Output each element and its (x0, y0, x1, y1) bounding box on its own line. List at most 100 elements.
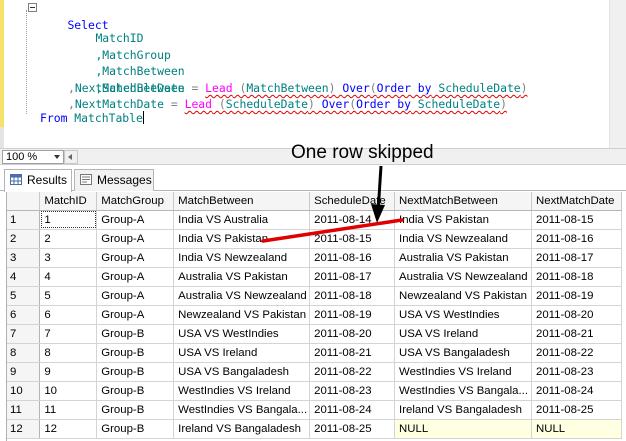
cell-matchid[interactable]: 2 (39, 229, 98, 249)
cell-nextmatchbetween[interactable]: India VS Newzealand (394, 229, 533, 249)
column-header-matchbetween[interactable]: MatchBetween (173, 192, 311, 211)
cell-matchgroup[interactable]: Group-A (96, 210, 175, 230)
scroll-left-button[interactable] (64, 150, 78, 164)
table-row[interactable]: 5 5 Group-A Australia VS Newzealand 2011-08-… (7, 286, 622, 306)
code-line-5[interactable]: ,ScheduleDate (68, 63, 184, 95)
cell-nextmatchdate[interactable]: 2011-08-19 (531, 286, 622, 306)
cell-nextmatchbetween[interactable]: Australia VS Pakistan (394, 248, 533, 268)
cell-scheduledate[interactable]: 2011-08-22 (309, 362, 396, 382)
table-row[interactable]: 2 2 Group-A India VS Pakistan 2011-08-15 Indi… (7, 229, 622, 249)
cell-nextmatchdate[interactable]: 2011-08-25 (531, 400, 622, 420)
code-line-8[interactable]: From MatchTable (40, 110, 144, 127)
row-number[interactable]: 2 (7, 229, 41, 249)
cell-matchbetween[interactable]: India VS Australia (173, 210, 311, 230)
cell-nextmatchbetween[interactable]: USA VS Bangaladesh (394, 343, 533, 363)
row-number[interactable]: 11 (7, 400, 41, 420)
cell-matchbetween[interactable]: Australia VS Newzealand (173, 286, 311, 306)
collapse-toggle-icon[interactable] (28, 3, 37, 12)
cell-nextmatchbetween[interactable]: WestIndies VS Bangala... (394, 381, 533, 401)
table-row[interactable]: 12 12 Group-B Ireland VS Bangaladesh 2011-08… (7, 419, 622, 439)
cell-scheduledate[interactable]: 2011-08-20 (309, 324, 396, 344)
cell-scheduledate[interactable]: 2011-08-15 (309, 229, 396, 249)
row-number[interactable]: 12 (7, 419, 41, 439)
cell-nextmatchdate[interactable]: NULL (531, 419, 622, 439)
column-header-matchid[interactable]: MatchID (39, 192, 98, 211)
table-row[interactable]: 6 6 Group-A Newzealand VS Pakistan 2011-08-1… (7, 305, 622, 325)
cell-nextmatchdate[interactable]: 2011-08-22 (531, 343, 622, 363)
cell-nextmatchbetween[interactable]: Australia VS Newzealand (394, 267, 533, 287)
cell-matchid[interactable]: 8 (39, 343, 98, 363)
cell-nextmatchbetween[interactable]: WestIndies VS Ireland (394, 362, 533, 382)
cell-scheduledate[interactable]: 2011-08-21 (309, 343, 396, 363)
zoom-select[interactable]: 100 % (2, 150, 64, 164)
cell-nextmatchdate[interactable]: 2011-08-17 (531, 248, 622, 268)
cell-scheduledate[interactable]: 2011-08-14 (309, 210, 396, 230)
row-number[interactable]: 4 (7, 267, 41, 287)
cell-matchgroup[interactable]: Group-A (96, 305, 175, 325)
row-number[interactable]: 5 (7, 286, 41, 306)
cell-nextmatchbetween[interactable]: India VS Pakistan (394, 210, 533, 230)
results-grid[interactable]: MatchID MatchGroup MatchBetween Schedule… (6, 192, 622, 441)
cell-matchgroup[interactable]: Group-A (96, 267, 175, 287)
cell-matchgroup[interactable]: Group-B (96, 400, 175, 420)
table-row[interactable]: 8 8 Group-B USA VS Ireland 2011-08-21 USA VS … (7, 343, 622, 363)
table-row[interactable]: 11 11 Group-B WestIndies VS Bangala... 2011-… (7, 400, 622, 420)
cell-nextmatchdate[interactable]: 2011-08-15 (531, 210, 622, 230)
column-header-matchgroup[interactable]: MatchGroup (96, 192, 175, 211)
row-number[interactable]: 3 (7, 248, 41, 268)
grid-corner[interactable] (7, 192, 41, 211)
cell-matchid[interactable]: 6 (39, 305, 98, 325)
cell-matchgroup[interactable]: Group-B (96, 324, 175, 344)
cell-matchbetween[interactable]: USA VS Bangaladesh (173, 362, 311, 382)
cell-nextmatchdate[interactable]: 2011-08-23 (531, 362, 622, 382)
chevron-down-icon[interactable] (54, 155, 60, 159)
cell-nextmatchdate[interactable]: 2011-08-21 (531, 324, 622, 344)
cell-matchgroup[interactable]: Group-A (96, 229, 175, 249)
cell-matchid[interactable]: 10 (39, 381, 98, 401)
cell-matchid[interactable]: 5 (39, 286, 98, 306)
code-line-2[interactable]: MatchID (68, 13, 143, 45)
tab-results[interactable]: Results (4, 169, 72, 192)
cell-scheduledate[interactable]: 2011-08-25 (309, 419, 396, 439)
row-number[interactable]: 8 (7, 343, 41, 363)
code-line-3[interactable]: ,MatchGroup (68, 30, 170, 62)
cell-matchid[interactable]: 9 (39, 362, 98, 382)
cell-matchbetween[interactable]: India VS Pakistan (173, 229, 311, 249)
table-row[interactable]: 1 1 Group-A India VS Australia 2011-08-14 Ind… (7, 210, 622, 230)
row-number[interactable]: 9 (7, 362, 41, 382)
cell-scheduledate[interactable]: 2011-08-16 (309, 248, 396, 268)
cell-matchbetween[interactable]: WestIndies VS Ireland (173, 381, 311, 401)
cell-matchbetween[interactable]: WestIndies VS Bangala... (173, 400, 311, 420)
cell-matchbetween[interactable]: India VS Newzealand (173, 248, 311, 268)
row-number[interactable]: 7 (7, 324, 41, 344)
cell-matchbetween[interactable]: Newzealand VS Pakistan (173, 305, 311, 325)
cell-nextmatchbetween[interactable]: NULL (394, 419, 533, 439)
tab-messages[interactable]: Messages (74, 169, 154, 191)
cell-matchid[interactable]: 1 (39, 210, 98, 230)
cell-scheduledate[interactable]: 2011-08-18 (309, 286, 396, 306)
cell-scheduledate[interactable]: 2011-08-23 (309, 381, 396, 401)
editor-vertical-scrollbar[interactable] (609, 0, 626, 148)
table-row[interactable]: 7 7 Group-B USA VS WestIndies 2011-08-20 USA … (7, 324, 622, 344)
row-number[interactable]: 6 (7, 305, 41, 325)
cell-matchgroup[interactable]: Group-A (96, 286, 175, 306)
table-row[interactable]: 10 10 Group-B WestIndies VS Ireland 2011-08-… (7, 381, 622, 401)
cell-matchgroup[interactable]: Group-B (96, 381, 175, 401)
cell-nextmatchdate[interactable]: 2011-08-20 (531, 305, 622, 325)
cell-nextmatchbetween[interactable]: Newzealand VS Pakistan (394, 286, 533, 306)
cell-matchbetween[interactable]: USA VS WestIndies (173, 324, 311, 344)
row-number[interactable]: 10 (7, 381, 41, 401)
cell-scheduledate[interactable]: 2011-08-19 (309, 305, 396, 325)
cell-matchid[interactable]: 3 (39, 248, 98, 268)
table-row[interactable]: 4 4 Group-A Australia VS Pakistan 2011-08-17… (7, 267, 622, 287)
cell-matchbetween[interactable]: Australia VS Pakistan (173, 267, 311, 287)
cell-nextmatchbetween[interactable]: USA VS Ireland (394, 324, 533, 344)
code-line-6[interactable]: ,NextMatchBetween = Lead (MatchBetween) … (68, 80, 528, 97)
cell-nextmatchbetween[interactable]: USA VS WestIndies (394, 305, 533, 325)
table-row[interactable]: 3 3 Group-A India VS Newzealand 2011-08-16 Au… (7, 248, 622, 268)
column-header-nextmatchbetween[interactable]: NextMatchBetween (394, 192, 533, 211)
cell-matchgroup[interactable]: Group-B (96, 362, 175, 382)
cell-nextmatchdate[interactable]: 2011-08-16 (531, 229, 622, 249)
cell-scheduledate[interactable]: 2011-08-17 (309, 267, 396, 287)
cell-nextmatchbetween[interactable]: Ireland VS Bangaladesh (394, 400, 533, 420)
